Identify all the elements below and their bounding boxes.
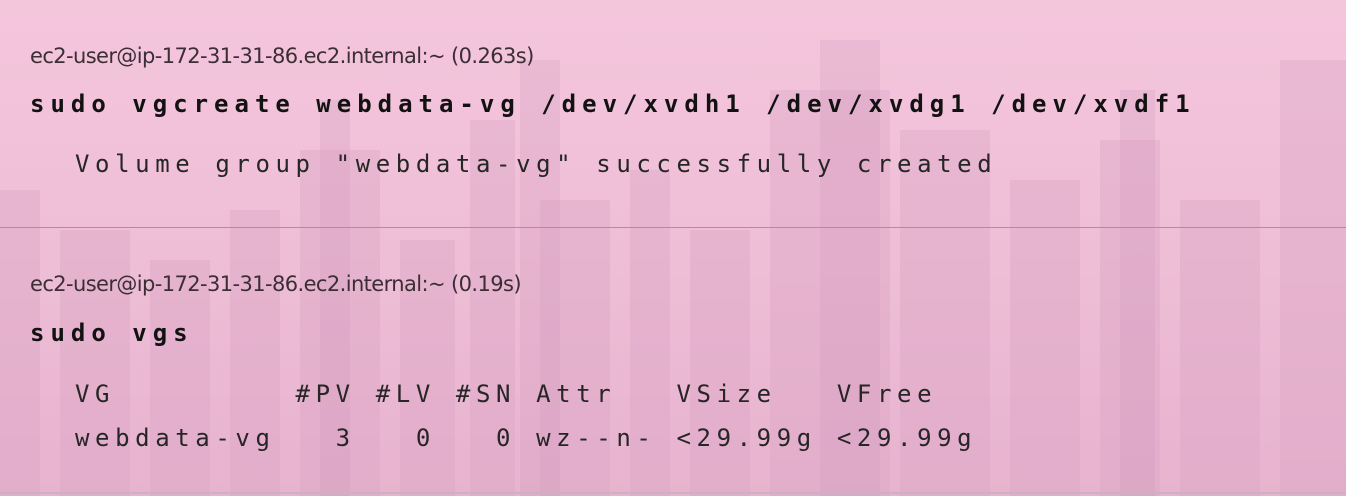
- bottom-border: [0, 492, 1346, 494]
- vgs-header-row: VG #PV #LV #SN Attr VSize VFree: [75, 380, 938, 408]
- prompt-line: ec2-user@ip-172-31-31-86.ec2.internal:~ …: [30, 272, 522, 296]
- command-output-line: Volume group "webdata-vg" successfully c…: [75, 150, 998, 178]
- command-text: sudo vgcreate webdata-vg /dev/xvdh1 /dev…: [30, 90, 1196, 118]
- vgs-data-row: webdata-vg 3 0 0 wz--n- <29.99g <29.99g: [75, 424, 978, 452]
- block-divider: [0, 227, 1346, 228]
- command-block-1[interactable]: ec2-user@ip-172-31-31-86.ec2.internal:~ …: [0, 0, 1346, 227]
- command-text: sudo vgs: [30, 319, 194, 347]
- command-block-2[interactable]: ec2-user@ip-172-31-31-86.ec2.internal:~ …: [0, 228, 1346, 496]
- prompt-line: ec2-user@ip-172-31-31-86.ec2.internal:~ …: [30, 44, 534, 68]
